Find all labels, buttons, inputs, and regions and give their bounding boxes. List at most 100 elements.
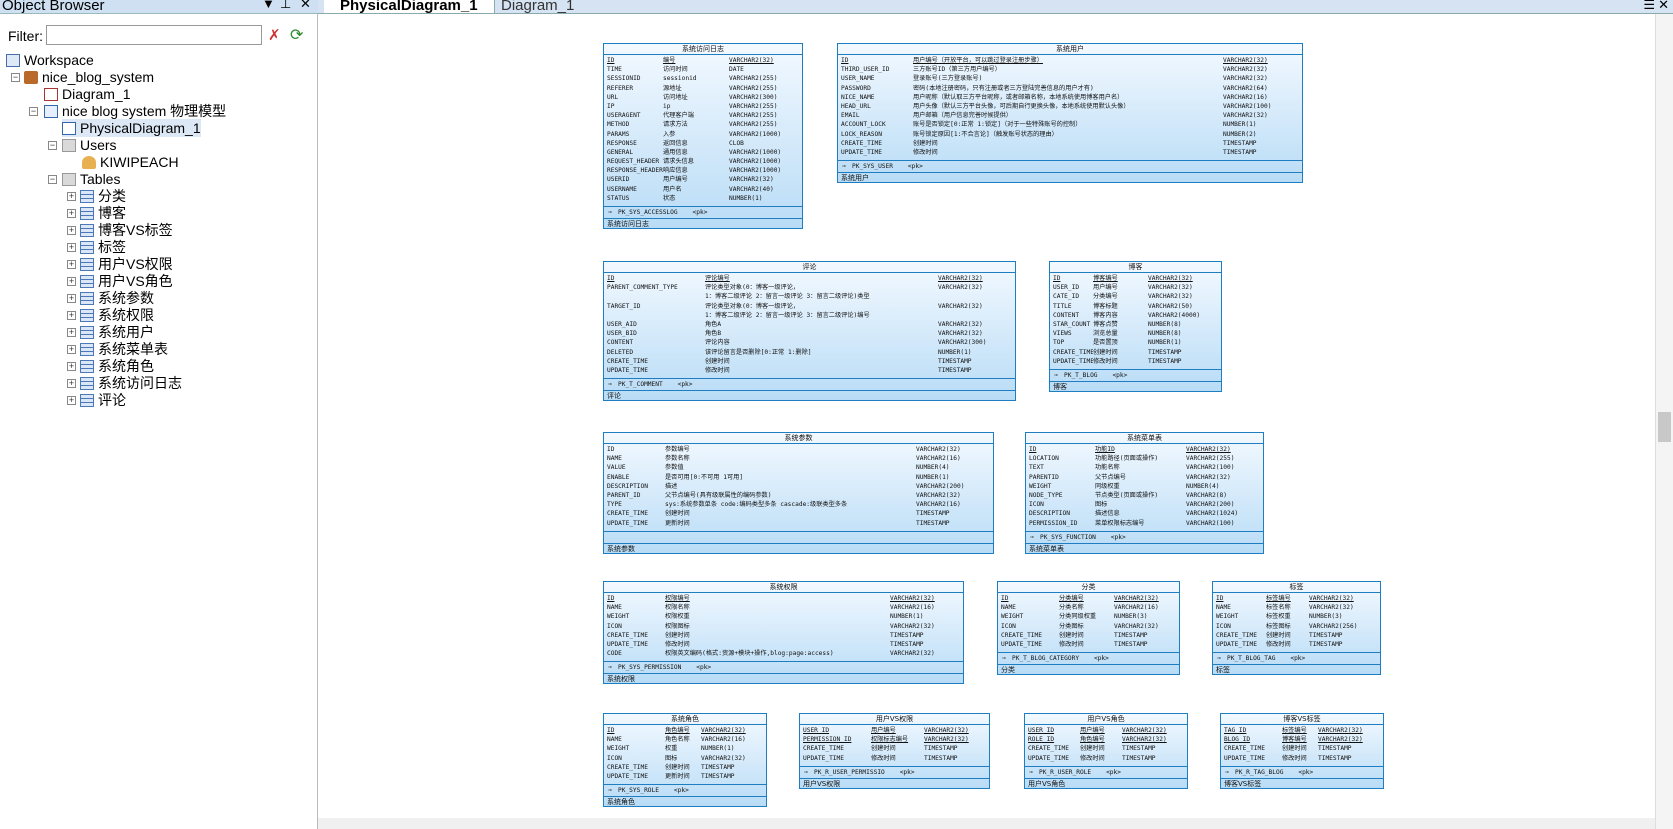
clear-filter-icon[interactable]: ✗ <box>268 26 281 44</box>
expand-toggle-icon[interactable]: + <box>67 328 76 337</box>
column-comment: 权限名称 <box>665 604 690 612</box>
collapse-toggle-icon[interactable]: − <box>11 73 20 82</box>
tree-node-table[interactable]: 系统角色 <box>80 357 154 375</box>
entity-table[interactable]: 评论 ID 评论编号 VARCHAR2(32) PARENT_COMMENT_TYPE 评… <box>603 261 1016 402</box>
column-row: WEIGHT 权限权重 NUMBER(1) <box>607 612 960 621</box>
expand-toggle-icon[interactable]: + <box>67 260 76 269</box>
column-comment: 创建时间 <box>665 763 690 771</box>
column-name: NAME <box>1216 604 1231 612</box>
tree-node-table[interactable]: 系统权限 <box>80 306 154 324</box>
close-icon[interactable]: ✕ <box>300 0 311 10</box>
close-tab-icon[interactable]: ✕ <box>1658 0 1669 13</box>
tree-node-users-folder[interactable]: Users <box>62 136 117 154</box>
tree-node-table[interactable]: 系统访问日志 <box>80 374 182 392</box>
tree-node-table[interactable]: 评论 <box>80 391 126 409</box>
panel-menu-icon[interactable]: ▼ <box>262 0 275 10</box>
entity-table[interactable]: 用户VS权限 USER_ID 用户编号 VARCHAR2(32) PERMISSION_… <box>799 713 990 789</box>
tab-physical-diagram[interactable]: PhysicalDiagram_1 <box>324 0 495 13</box>
vertical-scrollbar[interactable] <box>1655 14 1673 829</box>
entity-table[interactable]: 系统参数 ID 参数编号 VARCHAR2(32) NAME 参数名称 VARCHAR2(1… <box>603 432 994 554</box>
tree-node-table[interactable]: 系统参数 <box>80 289 154 307</box>
entity-table[interactable]: 系统角色 ID 角色编号 VARCHAR2(32) NAME 角色名称 VARCHAR2(1… <box>603 713 767 808</box>
entity-table[interactable]: 系统权限 ID 权限编号 VARCHAR2(32) NAME 权限名称 VARCHAR2(1… <box>603 581 964 685</box>
tab-list-icon[interactable]: ☰ <box>1643 0 1655 13</box>
column-comment: 描述 <box>665 482 678 490</box>
expand-toggle-icon[interactable]: + <box>67 294 76 303</box>
column-comment: 账号锁定原因[1:不合言论]（触发账号状态的理由） <box>913 130 1058 138</box>
column-name: BLOG_ID <box>1224 736 1251 744</box>
entity-table[interactable]: 系统访问日志 ID 编号 VARCHAR2(32) TIME 访问时间 DATE SESSIO… <box>603 43 803 229</box>
entity-table[interactable]: 系统菜单表 ID 功能ID VARCHAR2(32) LOCATION 功能路径(页面或操… <box>1025 432 1264 554</box>
column-type: VARCHAR2(32) <box>890 622 935 630</box>
refresh-icon[interactable]: ⟳ <box>290 25 303 45</box>
column-type: VARCHAR2(256) <box>1309 622 1358 630</box>
tree-node-table[interactable]: 博客VS标签 <box>80 221 173 239</box>
column-type: VARCHAR2(32) <box>1223 75 1268 83</box>
expand-toggle-icon[interactable]: + <box>67 192 76 201</box>
column-comment: 权限图标 <box>665 622 690 630</box>
expand-toggle-icon[interactable]: + <box>67 226 76 235</box>
column-name: ENABLE <box>607 473 630 481</box>
pin-icon[interactable]: ⊥ <box>280 0 291 10</box>
column-comment: 权限标志编号 <box>871 736 909 744</box>
entity-key-row: ⊸ PK_SYS_USER <pk> <box>838 160 1302 172</box>
column-name: CREATE_TIME <box>1216 631 1257 639</box>
horizontal-scrollbar[interactable] <box>318 818 1655 829</box>
tree-node-database[interactable]: nice_blog_system <box>24 68 154 86</box>
column-type: VARCHAR2(16) <box>1223 93 1268 101</box>
entity-columns: ID 功能ID VARCHAR2(32) LOCATION 功能路径(页面或操作) VAR… <box>1026 444 1263 531</box>
expand-toggle-icon[interactable]: + <box>67 396 76 405</box>
expand-toggle-icon[interactable]: + <box>67 311 76 320</box>
diagram-canvas[interactable]: 系统访问日志 ID 编号 VARCHAR2(32) TIME 访问时间 DATE SESSIO… <box>318 14 1655 829</box>
column-row: UPDATE_TIME 更新时间 TIMESTAMP <box>607 519 990 528</box>
column-name: ID <box>841 57 849 64</box>
entity-table[interactable]: 标签 ID 标签编号 VARCHAR2(32) NAME 标签名称 VARCHAR2(32)… <box>1212 581 1381 676</box>
column-row: TAG_ID 标签编号 VARCHAR2(32) <box>1224 726 1380 735</box>
tree-node-table[interactable]: 博客 <box>80 204 126 222</box>
column-comment: 修改时间 <box>665 640 690 648</box>
tree-node-table[interactable]: 系统菜单表 <box>80 340 168 358</box>
column-type <box>938 292 1012 301</box>
diagram-icon <box>44 88 58 101</box>
tree-node-table[interactable]: 用户VS角色 <box>80 272 173 290</box>
tree-node-workspace[interactable]: Workspace <box>6 51 94 69</box>
entity-table[interactable]: 博客 ID 博客编号 VARCHAR2(32) USER_ID 用户编号 VARCHAR2(… <box>1049 261 1222 392</box>
collapse-toggle-icon[interactable]: − <box>48 141 57 150</box>
column-type: TIMESTAMP <box>938 357 972 365</box>
tree-node-diagram[interactable]: Diagram_1 <box>44 85 130 103</box>
table-icon <box>80 326 94 339</box>
entity-key-row: ⊸ PK_SYS_PERMISSION <pk> <box>604 661 963 673</box>
column-row: USERID 用户编号 VARCHAR2(32) <box>607 175 799 184</box>
column-name: THIRD_USER_ID <box>841 66 890 74</box>
entity-table[interactable]: 博客VS标签 TAG_ID 标签编号 VARCHAR2(32) BLOG_ID 博客编号 V… <box>1220 713 1384 789</box>
column-row: PASSWORD 密码(本地注册密码，只有注册或者三方登陆完善信息的用户才有) VA… <box>841 84 1299 93</box>
column-name: UPDATE_TIME <box>803 754 844 762</box>
entity-table[interactable]: 用户VS角色 USER_ID 用户编号 VARCHAR2(32) ROLE_ID 角色编号… <box>1024 713 1188 789</box>
expand-toggle-icon[interactable]: + <box>67 243 76 252</box>
expand-toggle-icon[interactable]: + <box>67 379 76 388</box>
column-row: TARGET_ID 评论类型对象(0：博客一级评论， VARCHAR2(32) <box>607 302 1012 311</box>
entity-footer: 标签 <box>1213 664 1380 674</box>
scrollbar-thumb[interactable] <box>1658 412 1671 442</box>
tree-node-table[interactable]: 用户VS权限 <box>80 255 173 273</box>
tree-node-table[interactable]: 分类 <box>80 187 126 205</box>
expand-toggle-icon[interactable]: + <box>67 277 76 286</box>
tree-node-tables-folder[interactable]: Tables <box>62 170 120 188</box>
column-comment: 修改时间 <box>1282 754 1307 762</box>
collapse-toggle-icon[interactable]: − <box>48 175 57 184</box>
column-row: UPDATE_TIME 更新时间 TIMESTAMP <box>607 772 763 781</box>
expand-toggle-icon[interactable]: + <box>67 362 76 371</box>
entity-table[interactable]: 分类 ID 分类编号 VARCHAR2(32) NAME 分类名称 VARCHAR2(16)… <box>997 581 1180 676</box>
tree-node-physical-model[interactable]: nice blog system 物理模型 <box>44 102 226 120</box>
entity-table[interactable]: 系统用户 ID 用户编号（开放平台，可以跳过登录注册步骤） VARCHAR2(32) T… <box>837 43 1303 184</box>
tree-node-physical-diagram[interactable]: PhysicalDiagram_1 <box>62 119 201 137</box>
expand-toggle-icon[interactable]: + <box>67 209 76 218</box>
filter-input[interactable] <box>46 25 262 45</box>
tree-node-user[interactable]: KIWIPEACH <box>82 153 179 171</box>
expand-toggle-icon[interactable]: + <box>67 345 76 354</box>
tree-node-table[interactable]: 系统用户 <box>80 323 154 341</box>
column-type: VARCHAR2(32) <box>1223 112 1268 120</box>
collapse-toggle-icon[interactable]: − <box>29 107 38 116</box>
tree-node-table[interactable]: 标签 <box>80 238 126 256</box>
tab-diagram[interactable]: Diagram_1 <box>485 0 590 13</box>
